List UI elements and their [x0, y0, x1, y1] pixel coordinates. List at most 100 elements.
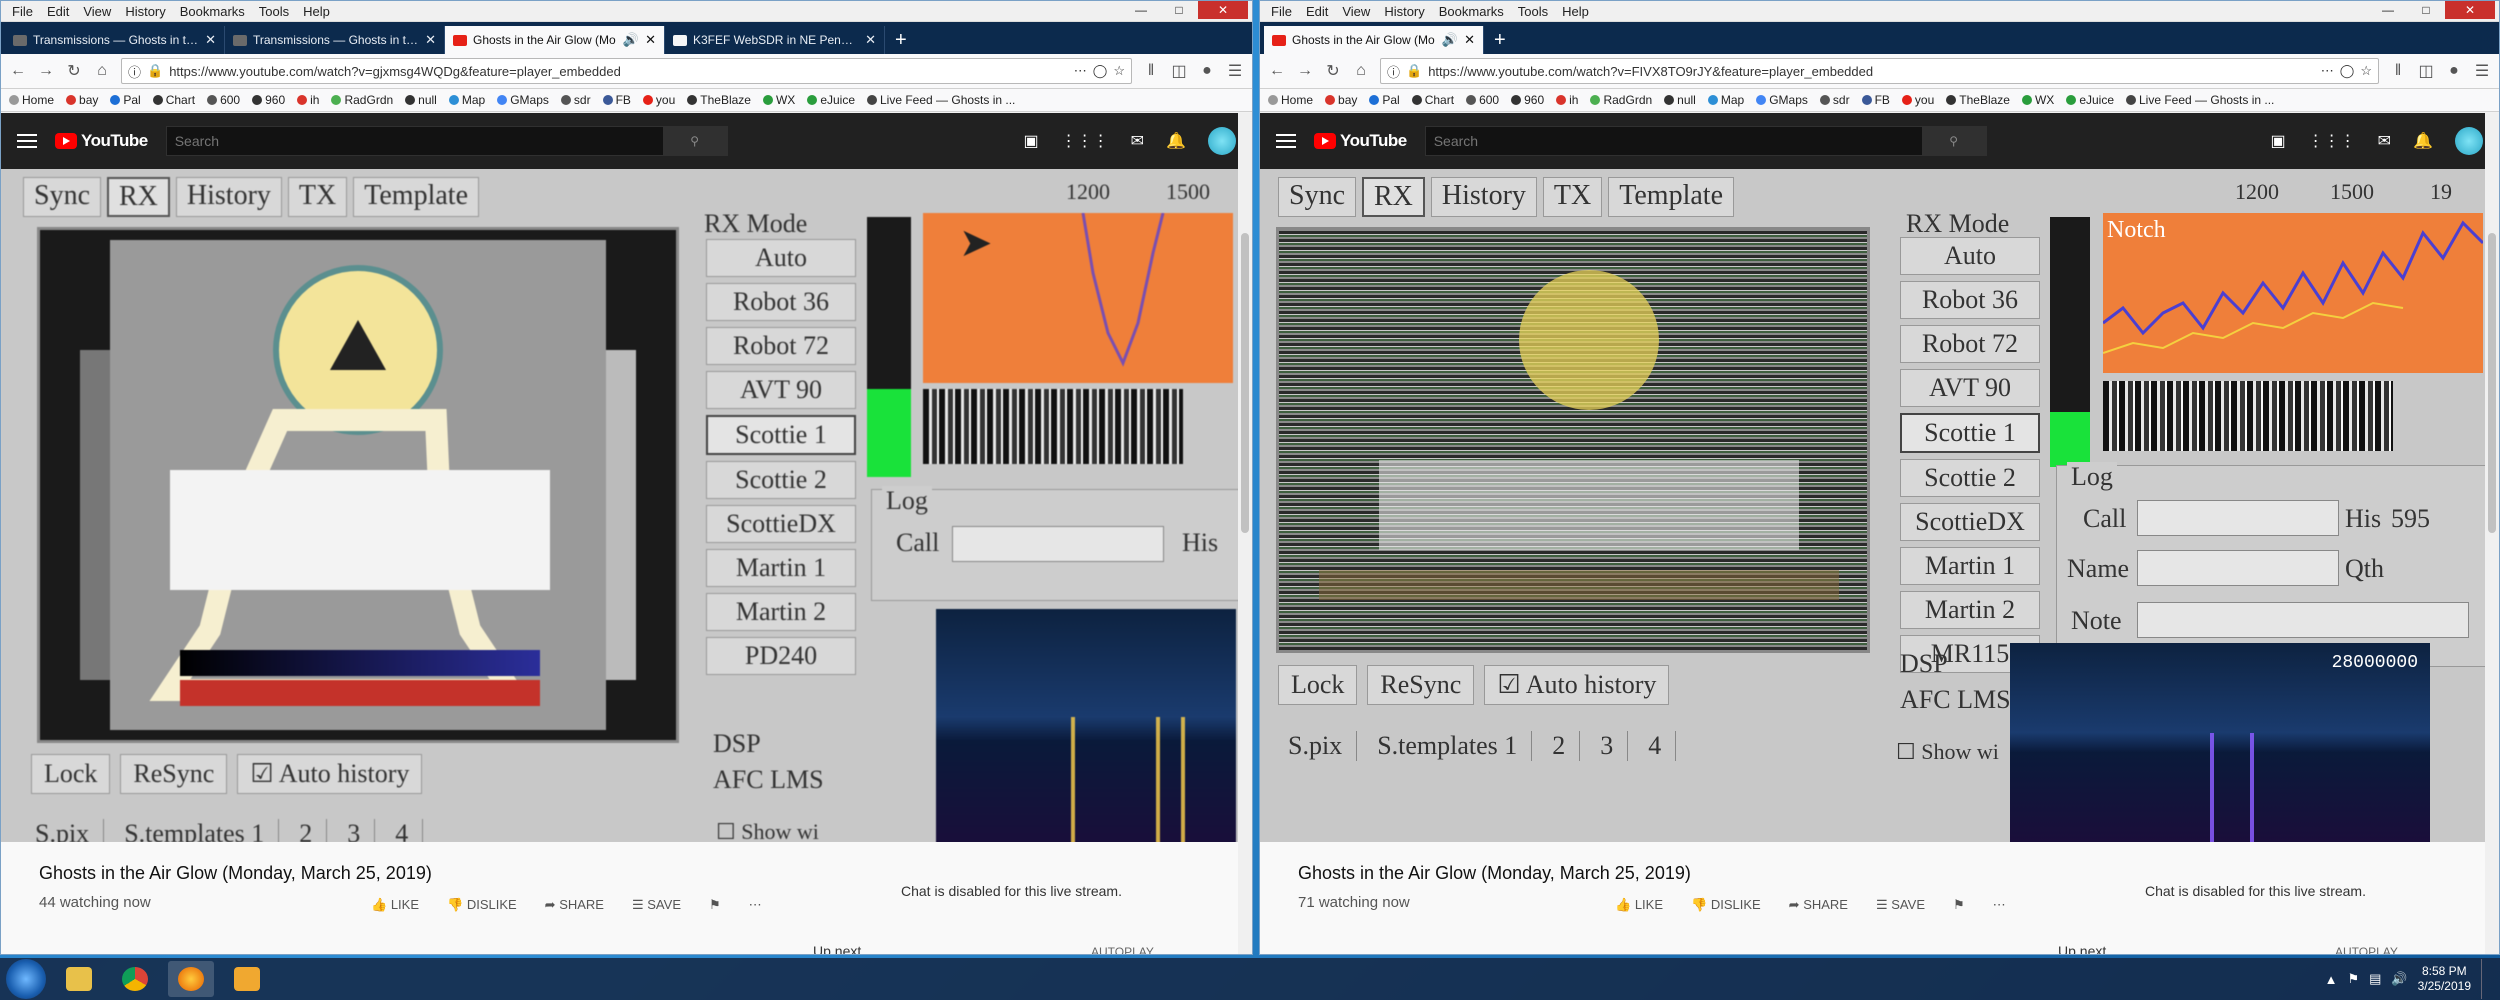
volume-icon[interactable]: 🔊 — [2391, 971, 2407, 987]
youtube-logo[interactable]: YouTube — [1314, 131, 1407, 151]
bookmark-item[interactable]: GMaps — [497, 93, 549, 107]
browser-tab[interactable]: K3FEF WebSDR in NE Pennsylv ✕ — [665, 26, 885, 54]
bookmark-item[interactable]: Chart — [152, 93, 195, 107]
bookmark-item[interactable]: Pal — [1369, 93, 1400, 107]
menu-tools[interactable]: Tools — [254, 4, 294, 19]
show-desktop-button[interactable] — [2481, 959, 2490, 999]
guide-menu-icon[interactable] — [1276, 134, 1296, 148]
page-scrollbar[interactable] — [2485, 113, 2499, 954]
maximize-button[interactable]: □ — [2407, 1, 2445, 19]
reload-icon[interactable]: ↻ — [65, 61, 83, 81]
menu-view[interactable]: View — [1337, 4, 1375, 19]
bookmark-item[interactable]: RadGrdn — [331, 93, 393, 107]
show-hidden-icons-icon[interactable]: ▲ — [2325, 972, 2338, 987]
menu-help[interactable]: Help — [1557, 4, 1594, 19]
minimize-button[interactable]: — — [1122, 1, 1160, 19]
avatar[interactable] — [2455, 127, 2483, 155]
bookmark-item[interactable]: TheBlaze — [687, 93, 751, 107]
minimize-button[interactable]: — — [2369, 1, 2407, 19]
new-tab-button[interactable]: + — [1484, 26, 1516, 54]
menu-history[interactable]: History — [120, 4, 170, 19]
create-video-icon[interactable]: ▣ — [1024, 131, 1039, 151]
library-icon[interactable]: ‖ — [2389, 62, 2407, 80]
sidebar-icon[interactable]: ◫ — [1170, 61, 1188, 81]
notifications-bell-icon[interactable]: 🔔 — [2413, 131, 2433, 151]
page-actions-icon[interactable]: ⋯ — [1074, 63, 1087, 79]
more-actions-icon[interactable]: ⋯ — [749, 897, 762, 913]
bookmark-item[interactable]: sdr — [1819, 93, 1850, 107]
bookmark-item[interactable]: FB — [1861, 93, 1890, 107]
back-icon[interactable]: ← — [1268, 62, 1286, 80]
bookmark-item[interactable]: you — [642, 93, 675, 107]
bookmark-item[interactable]: Map — [448, 93, 485, 107]
star-icon[interactable]: ☆ — [2360, 63, 2372, 79]
audio-icon[interactable]: 🔊 — [623, 32, 639, 48]
video-player[interactable]: Sync RX History TX Template RX Mode Auto… — [1, 169, 1252, 842]
bookmark-item[interactable]: Map — [1707, 93, 1744, 107]
menu-edit[interactable]: Edit — [42, 4, 74, 19]
bookmark-item[interactable]: eJuice — [807, 93, 855, 107]
bookmark-item[interactable]: eJuice — [2066, 93, 2114, 107]
guide-menu-icon[interactable] — [17, 134, 37, 148]
video-player[interactable]: Sync RX History TX Template RX Mode Auto — [1260, 169, 2499, 842]
report-flag-icon[interactable]: ⚑ — [1953, 897, 1965, 913]
bookmark-item[interactable]: bay — [1325, 93, 1357, 107]
bookmark-item[interactable]: Home — [9, 93, 54, 107]
audio-icon[interactable]: 🔊 — [1442, 32, 1458, 48]
bookmark-item[interactable]: Home — [1268, 93, 1313, 107]
apps-grid-icon[interactable]: ⋮⋮⋮ — [2308, 131, 2356, 151]
library-icon[interactable]: ‖ — [1142, 62, 1160, 80]
browser-tab-active[interactable]: Ghosts in the Air Glow (Mo 🔊 ✕ — [1264, 26, 1484, 54]
back-icon[interactable]: ← — [9, 62, 27, 80]
clock[interactable]: 8:58 PM 3/25/2019 — [2418, 964, 2471, 994]
bookmark-item[interactable]: 600 — [1466, 93, 1499, 107]
bookmark-item[interactable]: ih — [1556, 93, 1578, 107]
bookmark-item[interactable]: WX — [2021, 93, 2054, 107]
forward-icon[interactable]: → — [1296, 62, 1314, 80]
messages-icon[interactable]: ✉ — [2378, 131, 2391, 151]
page-scrollbar[interactable] — [1238, 113, 1252, 954]
close-tab-icon[interactable]: ✕ — [1464, 32, 1475, 48]
menu-history[interactable]: History — [1379, 4, 1429, 19]
home-icon[interactable]: ⌂ — [1352, 62, 1370, 80]
bookmark-item[interactable]: null — [1664, 93, 1696, 107]
chrome-icon[interactable] — [112, 961, 158, 997]
bookmark-item[interactable]: Pal — [110, 93, 141, 107]
pocket-icon[interactable]: ◯ — [2340, 63, 2355, 79]
extension-icon[interactable]: ● — [1198, 62, 1216, 80]
menu-bookmarks[interactable]: Bookmarks — [1434, 4, 1509, 19]
close-tab-icon[interactable]: ✕ — [425, 32, 436, 48]
menu-view[interactable]: View — [78, 4, 116, 19]
dislike-button[interactable]: 👎 DISLIKE — [1691, 897, 1761, 913]
network-icon[interactable]: ▤ — [2369, 971, 2381, 987]
file-explorer-icon[interactable] — [56, 961, 102, 997]
bookmark-item[interactable]: Live Feed — Ghosts in ... — [867, 93, 1015, 107]
browser-tab-active[interactable]: Ghosts in the Air Glow (Mo 🔊 ✕ — [445, 26, 665, 54]
forward-icon[interactable]: → — [37, 62, 55, 80]
new-tab-button[interactable]: + — [885, 26, 917, 54]
messages-icon[interactable]: ✉ — [1131, 131, 1144, 151]
menu-file[interactable]: File — [7, 4, 38, 19]
create-video-icon[interactable]: ▣ — [2271, 131, 2286, 151]
info-icon[interactable]: ⓘ — [1387, 62, 1400, 81]
browser-tab[interactable]: Transmissions — Ghosts in the ✕ — [225, 26, 445, 54]
menu-help[interactable]: Help — [298, 4, 335, 19]
bookmark-item[interactable]: Chart — [1411, 93, 1454, 107]
bookmark-item[interactable]: 960 — [1511, 93, 1544, 107]
bookmark-item[interactable]: sdr — [560, 93, 591, 107]
bookmark-item[interactable]: WX — [762, 93, 795, 107]
youtube-logo[interactable]: YouTube — [55, 131, 148, 151]
hamburger-menu-icon[interactable]: ☰ — [1226, 61, 1244, 81]
maximize-button[interactable]: □ — [1160, 1, 1198, 19]
start-button[interactable] — [6, 959, 46, 999]
bookmark-item[interactable]: TheBlaze — [1946, 93, 2010, 107]
report-flag-icon[interactable]: ⚑ — [709, 897, 721, 913]
page-actions-icon[interactable]: ⋯ — [2321, 63, 2334, 79]
bookmark-item[interactable]: 600 — [207, 93, 240, 107]
dislike-button[interactable]: 👎 DISLIKE — [447, 897, 517, 913]
apps-grid-icon[interactable]: ⋮⋮⋮ — [1061, 131, 1109, 151]
like-button[interactable]: 👍 LIKE — [371, 897, 419, 913]
menu-bookmarks[interactable]: Bookmarks — [175, 4, 250, 19]
share-button[interactable]: ➦ SHARE — [545, 897, 604, 913]
bookmark-item[interactable]: ih — [297, 93, 319, 107]
